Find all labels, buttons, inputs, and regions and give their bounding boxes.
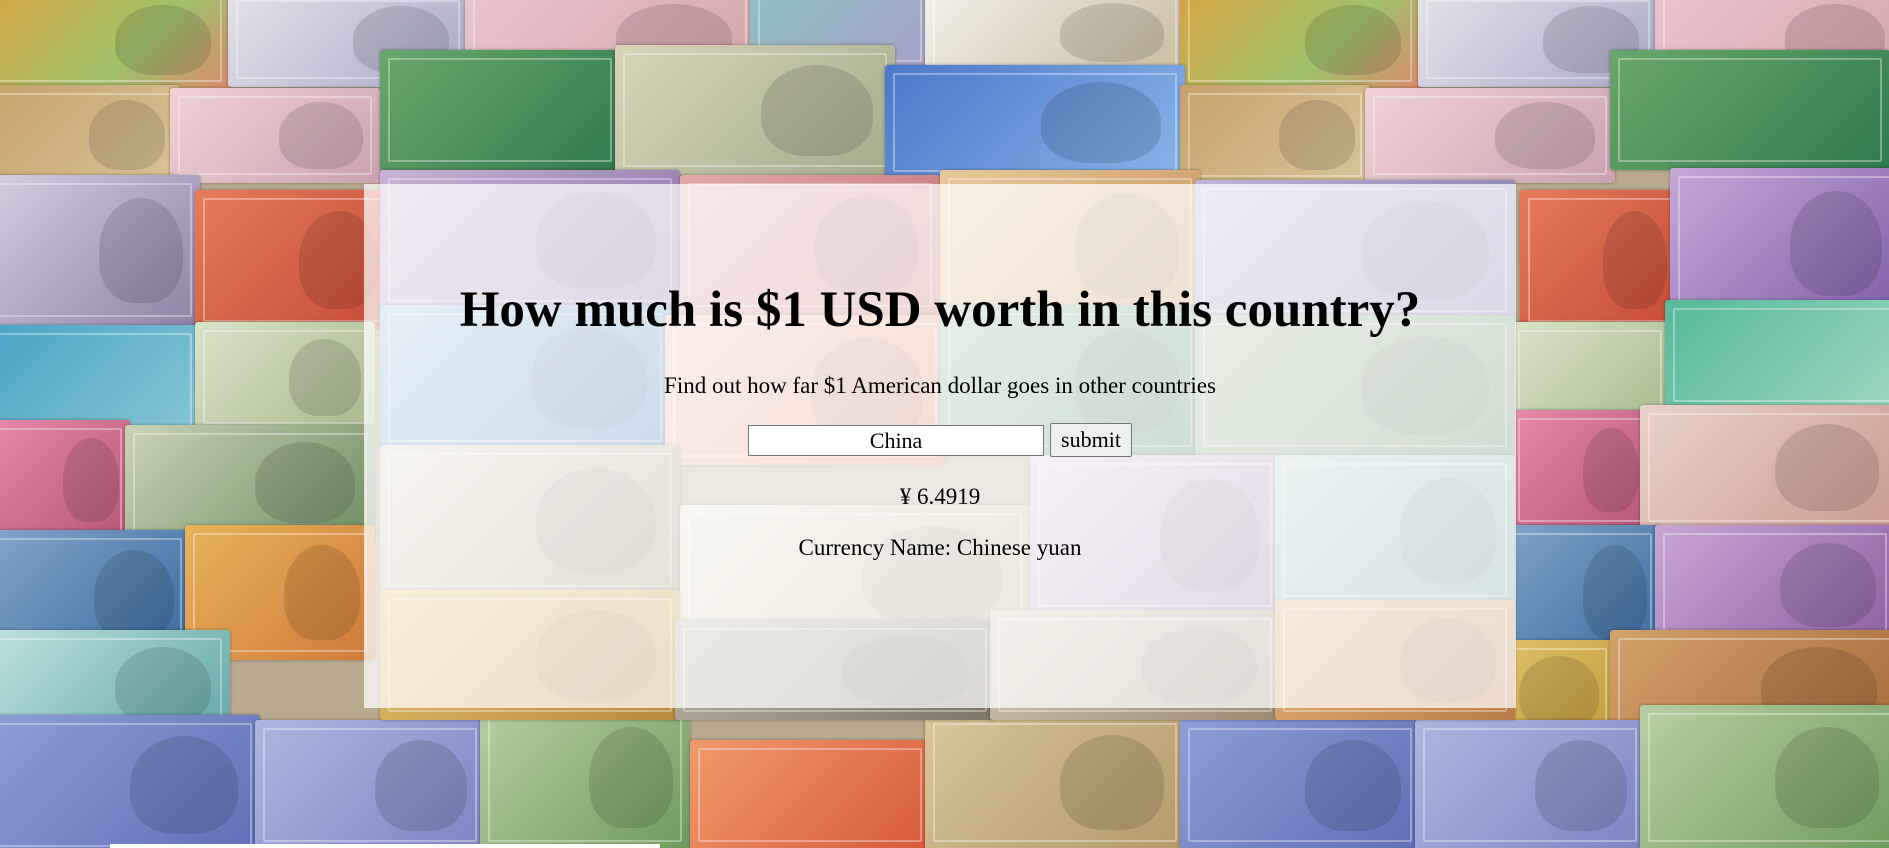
page-subtitle: Find out how far $1 American dollar goes… [664, 373, 1216, 398]
exchange-rate-value: ¥ 6.4919 [899, 484, 981, 509]
bottom-edge-strip [110, 844, 660, 848]
country-input[interactable] [748, 425, 1045, 456]
currency-name: Currency Name: Chinese yuan [798, 535, 1082, 560]
page-title: How much is $1 USD worth in this country… [459, 282, 1421, 338]
country-form: submit [364, 423, 1516, 457]
main-panel: How much is $1 USD worth in this country… [364, 184, 1516, 708]
submit-button[interactable]: submit [1050, 423, 1132, 457]
